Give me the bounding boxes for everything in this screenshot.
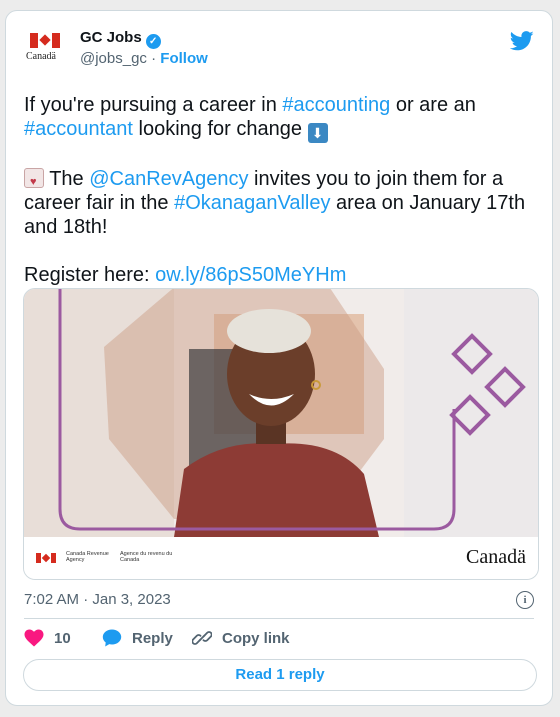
agency-name-en: Canada Revenue Agency xyxy=(66,551,109,563)
like-button[interactable]: 10 xyxy=(24,629,71,649)
canada-wordmark: Canadä xyxy=(466,546,526,568)
read-replies-button[interactable]: Read 1 reply xyxy=(23,659,537,691)
tweet-paragraph-2: The @CanRevAgency invites you to join th… xyxy=(24,167,536,239)
tweet-header: Canadä GC Jobs ✓ @jobs_gc · Follow xyxy=(24,29,534,69)
tweet-timestamp[interactable]: 7:02 AM · Jan 3, 2023 xyxy=(24,591,171,608)
tweet-text: If you're pursuing a career in #accounti… xyxy=(24,93,536,311)
reply-label: Reply xyxy=(132,630,173,647)
text-segment: If you're pursuing a career in xyxy=(24,94,283,116)
verified-icon: ✓ xyxy=(145,34,161,49)
account-name-text: GC Jobs xyxy=(80,29,142,46)
link-icon xyxy=(191,631,213,645)
agency-name-fr: Agence du revenu du Canada xyxy=(120,551,173,563)
love-letter-emoji-icon xyxy=(24,168,44,194)
media-card[interactable]: Canada Revenue Agency Agence du revenu d… xyxy=(23,288,539,580)
text-segment: or are an xyxy=(390,94,476,116)
follow-button[interactable]: Follow xyxy=(160,50,208,67)
text-segment: The xyxy=(44,168,90,190)
logo-wordmark: Canadä xyxy=(26,51,56,62)
text-segment: Register here: xyxy=(24,264,156,286)
cra-signature-bar: Canada Revenue Agency Agence du revenu d… xyxy=(24,537,538,579)
career-fair-photo xyxy=(24,289,538,537)
divider xyxy=(24,618,534,619)
down-arrow-emoji-icon: ⬇ xyxy=(307,123,328,143)
account-handle[interactable]: @jobs_gc xyxy=(80,50,147,67)
tweet-card: Canadä GC Jobs ✓ @jobs_gc · Follow If you… xyxy=(5,10,553,706)
reply-button[interactable]: Reply xyxy=(102,629,173,649)
canada-flag-icon xyxy=(30,33,60,48)
tweet-paragraph-1: If you're pursuing a career in #accounti… xyxy=(24,93,536,143)
hashtag-accounting-link[interactable]: #accounting xyxy=(282,94,390,116)
separator: · xyxy=(151,50,157,67)
mention-canrevagency-link[interactable]: @CanRevAgency xyxy=(89,168,248,190)
twitter-bird-icon[interactable] xyxy=(510,31,534,51)
info-icon[interactable]: i xyxy=(516,591,534,609)
hashtag-okanaganvalley-link[interactable]: #OkanaganValley xyxy=(174,192,330,214)
cra-flag-icon xyxy=(36,553,56,563)
reply-bubble-icon xyxy=(102,629,122,647)
account-name[interactable]: GC Jobs ✓ xyxy=(80,29,161,49)
register-link[interactable]: ow.ly/86pS50MeYHm xyxy=(155,264,346,286)
gc-logo[interactable]: Canadä xyxy=(24,29,66,69)
like-count: 10 xyxy=(54,630,71,647)
copy-link-button[interactable]: Copy link xyxy=(191,629,290,649)
handle-line: @jobs_gc · Follow xyxy=(80,50,208,67)
text-segment: looking for change xyxy=(132,118,308,140)
heart-icon xyxy=(24,629,44,647)
copy-link-label: Copy link xyxy=(222,630,290,647)
hashtag-accountant-link[interactable]: #accountant xyxy=(24,118,133,140)
tweet-paragraph-3: Register here: ow.ly/86pS50MeYHm xyxy=(24,263,536,287)
